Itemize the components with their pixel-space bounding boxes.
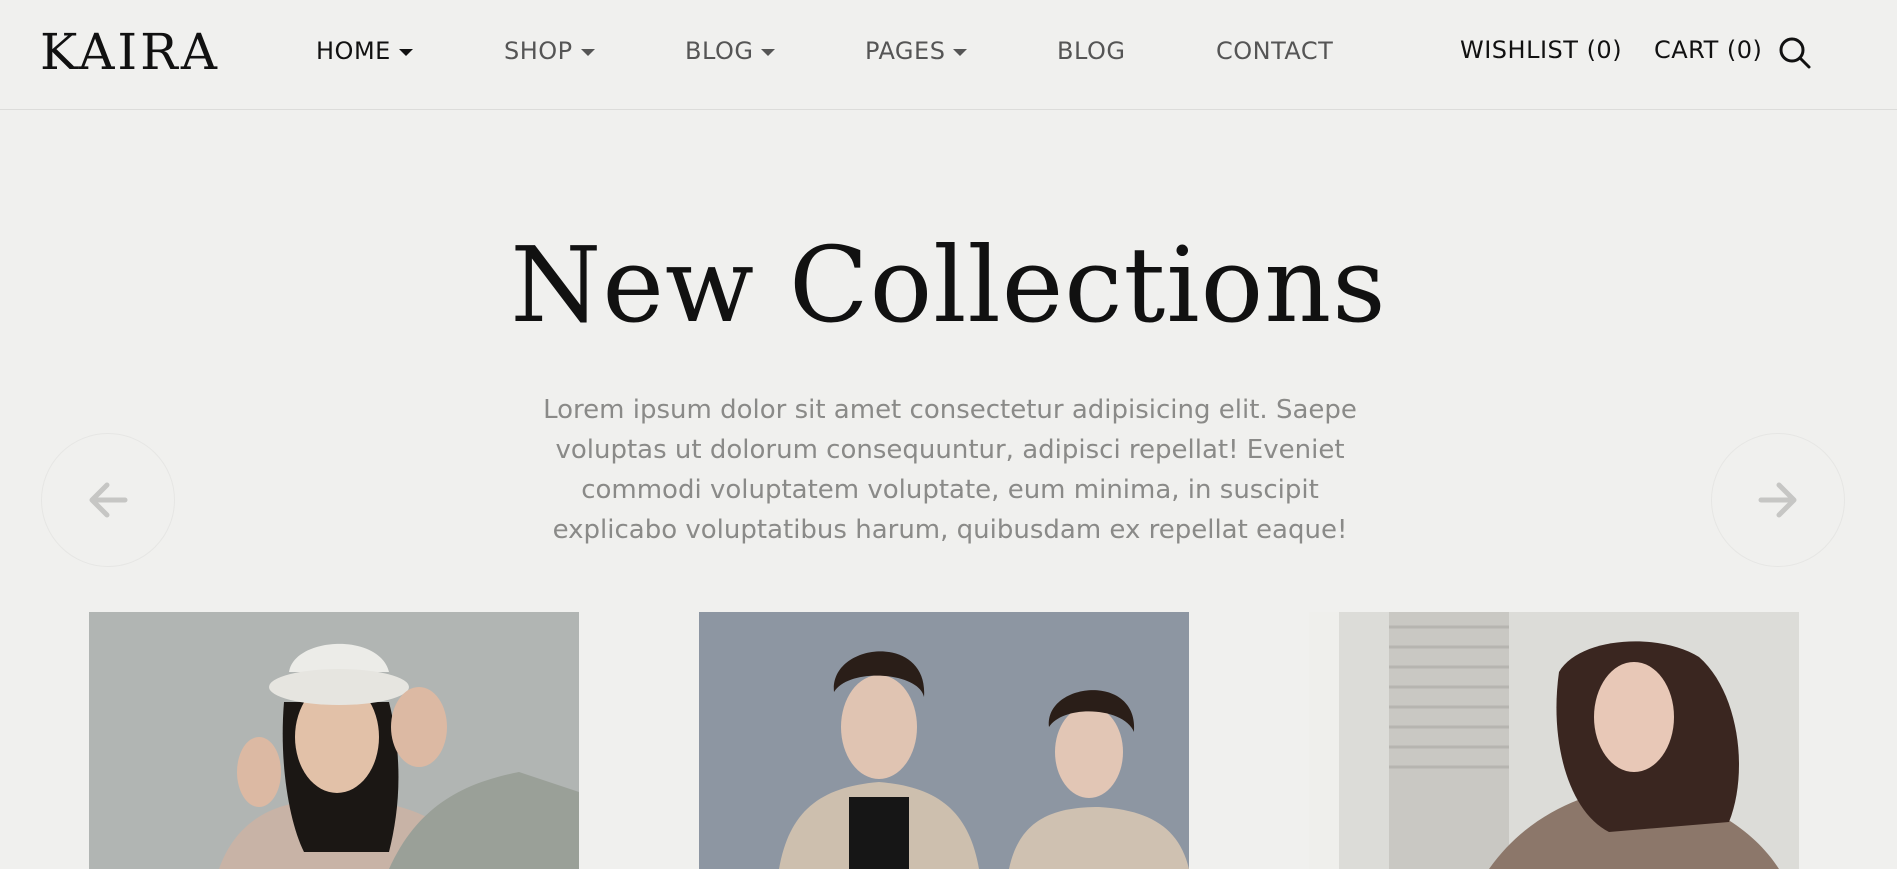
product-photo — [699, 612, 1189, 869]
nav-item-label: BLOG — [1057, 37, 1126, 65]
nav-item-shop[interactable]: SHOP — [504, 36, 595, 66]
nav-item-blog-dropdown[interactable]: BLOG — [685, 36, 776, 66]
wishlist-link[interactable]: WISHLIST (0) — [1460, 35, 1622, 65]
search-icon[interactable] — [1778, 36, 1812, 70]
nav-item-pages[interactable]: PAGES — [865, 36, 968, 66]
site-header: KAIRA HOME SHOP BLOG PAGES BLOG CONTACT … — [0, 0, 1897, 110]
chevron-down-icon — [953, 48, 968, 56]
product-photo — [89, 612, 579, 869]
chevron-down-icon — [761, 48, 776, 56]
brand-logo[interactable]: KAIRA — [40, 22, 220, 82]
slider-prev-button[interactable] — [41, 433, 175, 567]
nav-item-label: HOME — [316, 37, 391, 65]
slider-next-button[interactable] — [1711, 433, 1845, 567]
nav-item-label: BLOG — [685, 37, 754, 65]
arrow-right-icon — [1758, 482, 1797, 518]
chevron-down-icon — [580, 48, 595, 56]
arrow-left-icon — [89, 482, 128, 518]
nav-item-label: SHOP — [504, 37, 573, 65]
collection-card-2[interactable] — [699, 612, 1189, 869]
chevron-down-icon — [398, 48, 413, 56]
page-title: New Collections — [510, 224, 1387, 346]
nav-item-label: CONTACT — [1216, 37, 1334, 65]
hero-description: Lorem ipsum dolor sit amet consectetur a… — [543, 395, 1357, 545]
nav-item-home[interactable]: HOME — [316, 36, 413, 66]
cart-link[interactable]: CART (0) — [1654, 35, 1762, 65]
nav-item-blog[interactable]: BLOG — [1057, 36, 1125, 66]
collection-card-3[interactable] — [1309, 612, 1799, 869]
nav-item-label: PAGES — [865, 37, 946, 65]
product-photo — [1309, 612, 1799, 869]
collection-card-1[interactable] — [89, 612, 579, 869]
nav-item-contact[interactable]: CONTACT — [1216, 36, 1333, 66]
